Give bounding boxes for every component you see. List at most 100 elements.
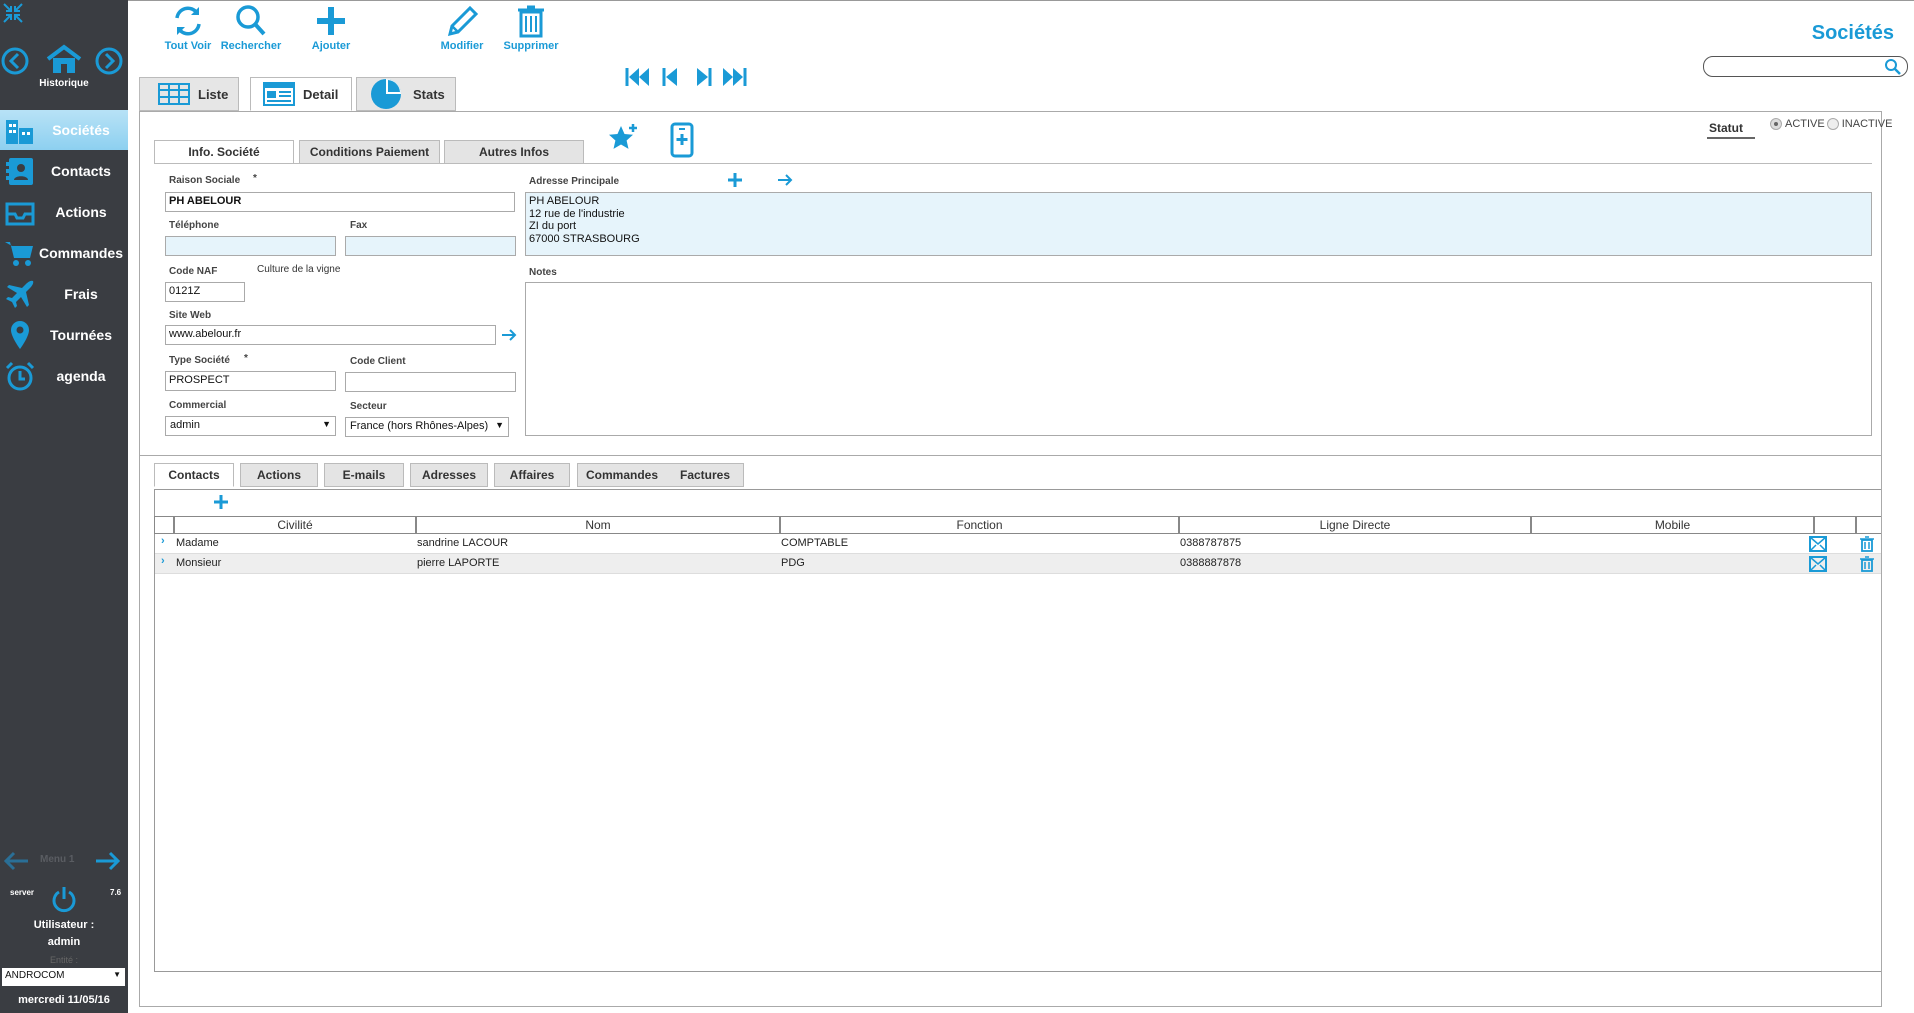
chevron-down-icon: ▼ xyxy=(322,419,331,429)
history-button[interactable]: Historique xyxy=(34,44,94,90)
add-address-icon[interactable] xyxy=(726,171,744,189)
entity-select[interactable]: ANDROCOM ▼ xyxy=(2,968,125,986)
main-frame-left xyxy=(139,456,140,1006)
menu-label: Menu 1 xyxy=(40,854,75,865)
code-naf-input[interactable]: 0121Z xyxy=(165,282,245,302)
sidebar-item-societes[interactable]: Sociétés xyxy=(0,110,128,150)
sidebar-item-commandes[interactable]: Commandes xyxy=(0,233,128,273)
tab-detail[interactable]: Detail xyxy=(250,77,352,111)
tab-affaires[interactable]: Affaires xyxy=(494,463,570,487)
tab-liste[interactable]: Liste xyxy=(139,77,239,111)
tab-stats[interactable]: Stats xyxy=(356,77,456,111)
next-record-icon[interactable] xyxy=(694,66,714,88)
fax-input[interactable] xyxy=(345,236,516,256)
sidebar-item-label: Frais xyxy=(64,286,98,302)
sidebar-item-actions[interactable]: Actions xyxy=(0,192,128,232)
favorite-star-add-icon[interactable] xyxy=(606,122,640,156)
forward-circle-icon[interactable] xyxy=(94,46,124,76)
search-box[interactable] xyxy=(1703,56,1908,77)
sidebar-item-tournees[interactable]: Tournées xyxy=(0,315,128,355)
tab-adresses[interactable]: Adresses xyxy=(410,463,488,487)
ajouter-label: Ajouter xyxy=(311,40,351,52)
commercial-select[interactable]: admin ▼ xyxy=(165,416,336,436)
sidebar-item-agenda[interactable]: agenda xyxy=(0,356,128,396)
info-tabs-underline xyxy=(154,163,1872,164)
tab-info-societe[interactable]: Info. Société xyxy=(154,140,294,164)
table-row[interactable]: › Madame sandrine LACOUR COMPTABLE 03887… xyxy=(155,534,1881,554)
sidebar-item-label: Sociétés xyxy=(52,122,110,138)
tab-commandes[interactable]: Commandes xyxy=(586,464,658,486)
top-border xyxy=(128,0,1914,1)
current-date: mercredi 11/05/16 xyxy=(18,994,110,1006)
previous-record-icon[interactable] xyxy=(660,66,680,88)
tab-actions[interactable]: Actions xyxy=(240,463,318,487)
menu-next-arrow-icon[interactable] xyxy=(94,850,122,872)
tout-voir-button[interactable]: Tout Voir xyxy=(153,4,223,54)
statut-radios: ACTIVE INACTIVE xyxy=(1770,118,1892,130)
telephone-input[interactable] xyxy=(165,236,336,256)
tout-voir-label: Tout Voir xyxy=(164,40,212,52)
column-header-fonction[interactable]: Fonction xyxy=(780,516,1179,534)
pie-chart-icon xyxy=(371,79,401,109)
refresh-icon xyxy=(175,6,201,36)
back-circle-icon[interactable] xyxy=(0,46,30,76)
plus-icon xyxy=(317,7,345,35)
trash-icon[interactable] xyxy=(1860,536,1874,552)
radio-active-label: ACTIVE xyxy=(1785,118,1825,130)
collapse-icon[interactable] xyxy=(2,2,24,24)
raison-sociale-input[interactable]: PH ABELOUR xyxy=(165,192,515,212)
column-header-civilite[interactable]: Civilité xyxy=(174,516,416,534)
power-icon[interactable] xyxy=(50,885,78,913)
address-line: 67000 STRASBOURG xyxy=(529,232,640,245)
column-header-mail xyxy=(1814,516,1856,534)
mail-icon[interactable] xyxy=(1809,556,1827,572)
expand-chevron-icon[interactable]: › xyxy=(161,555,165,567)
tab-emails[interactable]: E-mails xyxy=(324,463,404,487)
open-website-arrow-icon[interactable] xyxy=(500,327,518,343)
expand-chevron-icon[interactable]: › xyxy=(161,535,165,547)
adresse-principale-box[interactable]: PH ABELOUR 12 rue de l'industrie ZI du p… xyxy=(525,192,1872,256)
table-row[interactable]: › Monsieur pierre LAPORTE PDG 0388887878 xyxy=(155,554,1881,574)
entity-value: ANDROCOM xyxy=(5,970,65,981)
search-icon[interactable] xyxy=(1884,58,1902,76)
inbox-tray-icon xyxy=(5,202,35,226)
pencil-icon xyxy=(447,5,479,37)
supprimer-button[interactable]: Supprimer xyxy=(496,4,566,54)
add-contact-icon[interactable] xyxy=(212,493,230,511)
first-record-icon[interactable] xyxy=(624,66,652,88)
ajouter-button[interactable]: Ajouter xyxy=(296,4,366,54)
column-header-mobile[interactable]: Mobile xyxy=(1531,516,1814,534)
cell-civilite: Madame xyxy=(176,537,219,549)
notes-textarea[interactable] xyxy=(525,282,1872,436)
trash-icon[interactable] xyxy=(1860,556,1874,572)
sidebar-item-contacts[interactable]: Contacts xyxy=(0,151,128,191)
type-societe-label: Type Société xyxy=(169,355,230,366)
tab-factures[interactable]: Factures xyxy=(680,464,730,486)
column-header-expand xyxy=(154,516,174,534)
radio-inactive[interactable] xyxy=(1826,118,1839,130)
rechercher-button[interactable]: Rechercher xyxy=(216,4,286,54)
sidebar-item-label: Contacts xyxy=(51,163,111,179)
secteur-select[interactable]: France (hors Rhônes-Alpes) ▼ xyxy=(345,417,509,437)
code-client-input[interactable] xyxy=(345,372,516,392)
site-web-input[interactable]: www.abelour.fr xyxy=(165,325,496,345)
table-grid-icon xyxy=(158,83,190,105)
radio-active[interactable] xyxy=(1770,118,1782,130)
type-societe-input[interactable]: PROSPECT xyxy=(165,371,336,391)
tab-autres-infos[interactable]: Autres Infos xyxy=(444,140,584,164)
last-record-icon[interactable] xyxy=(720,66,748,88)
user-name: admin xyxy=(47,936,81,948)
cell-ligne-directe: 0388887878 xyxy=(1180,557,1242,569)
main-frame-bottom xyxy=(139,1006,1882,1007)
tab-conditions-paiement[interactable]: Conditions Paiement xyxy=(299,140,440,164)
sidebar-item-frais[interactable]: Frais xyxy=(0,274,128,314)
mail-icon[interactable] xyxy=(1809,536,1827,552)
menu-prev-arrow-icon[interactable] xyxy=(2,850,30,872)
address-arrow-icon[interactable] xyxy=(776,172,794,188)
modifier-button[interactable]: Modifier xyxy=(427,4,497,54)
mobile-add-icon[interactable] xyxy=(670,122,694,158)
tab-contacts[interactable]: Contacts xyxy=(154,463,234,487)
map-pin-icon xyxy=(11,321,29,349)
column-header-ligne-directe[interactable]: Ligne Directe xyxy=(1179,516,1531,534)
column-header-nom[interactable]: Nom xyxy=(416,516,780,534)
